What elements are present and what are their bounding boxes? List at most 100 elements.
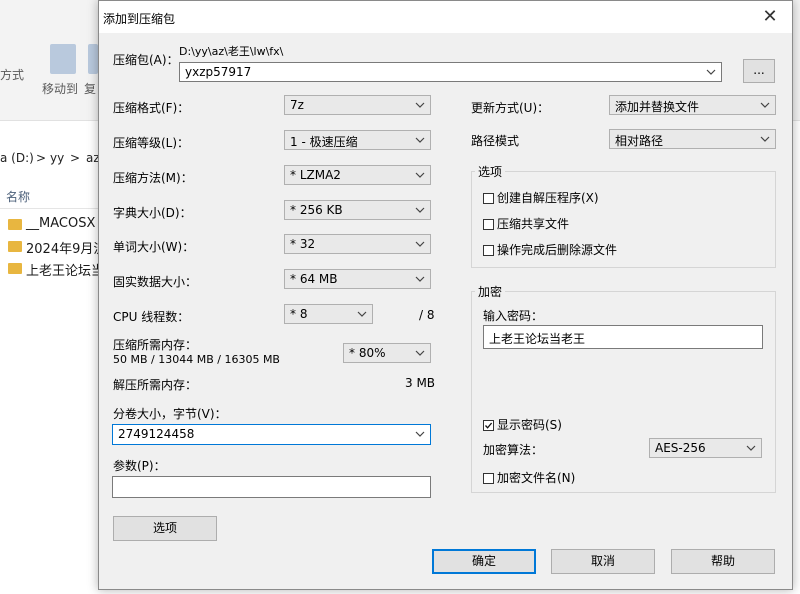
chevron-down-icon xyxy=(415,207,425,213)
decompress-memory-value: 3 MB xyxy=(405,376,436,390)
show-password-checkbox[interactable]: 显示密码(S) xyxy=(483,416,562,433)
ribbon-move-label[interactable]: 移动到 xyxy=(42,80,78,97)
memory-label: 压缩所需内存： xyxy=(113,338,198,352)
help-button[interactable]: 帮助 xyxy=(671,549,775,574)
delete-after-label: 操作完成后删除源文件 xyxy=(497,243,618,257)
chevron-down-icon xyxy=(357,311,367,317)
chevron-down-icon xyxy=(760,136,770,142)
cpu-threads-label: CPU 线程数： xyxy=(113,310,190,324)
parameters-label: 参数(P)： xyxy=(113,459,166,473)
checkbox-checked-icon[interactable] xyxy=(483,420,494,431)
dialog-title: 添加到压缩包 xyxy=(103,12,176,26)
show-password-label: 显示密码(S) xyxy=(497,418,562,432)
dictionary-select[interactable]: * 256 KB xyxy=(284,200,431,220)
method-value: * LZMA2 xyxy=(290,168,341,182)
file-list-item[interactable]: 2024年9月流 xyxy=(26,238,106,257)
solid-size-select[interactable]: * 64 MB xyxy=(284,269,431,289)
browse-button[interactable]: ... xyxy=(743,59,775,83)
cpu-threads-total: / 8 xyxy=(419,308,435,322)
sfx-label: 创建自解压程序(X) xyxy=(497,191,599,205)
archive-name-combo[interactable]: yxzp57917 xyxy=(179,62,722,82)
encryption-method-select[interactable]: AES-256 xyxy=(649,438,762,458)
folder-icon xyxy=(8,263,22,274)
path-mode-select[interactable]: 相对路径 xyxy=(609,129,776,149)
delete-after-checkbox[interactable]: 操作完成后删除源文件 xyxy=(483,241,617,258)
method-label: 压缩方法(M)： xyxy=(113,171,193,185)
word-size-value: * 32 xyxy=(290,237,316,251)
sfx-checkbox[interactable]: 创建自解压程序(X) xyxy=(483,189,599,206)
update-mode-value: 添加并替换文件 xyxy=(615,100,700,114)
path-mode-value: 相对路径 xyxy=(615,134,664,148)
checkbox-unchecked-icon[interactable] xyxy=(483,245,494,256)
format-label: 压缩格式(F)： xyxy=(113,101,190,115)
cpu-threads-value: * 8 xyxy=(290,307,308,321)
ribbon-copy-label[interactable]: 复 xyxy=(84,80,96,97)
address-yy[interactable]: yy xyxy=(50,151,64,165)
chevron-down-icon xyxy=(415,102,425,108)
options-button[interactable]: 选项 xyxy=(113,516,217,541)
chevron-down-icon xyxy=(415,172,425,178)
split-size-value: 2749124458 xyxy=(118,427,195,441)
cancel-button[interactable]: 取消 xyxy=(551,549,655,574)
checkbox-unchecked-icon[interactable] xyxy=(483,219,494,230)
level-value: 1 - 极速压缩 xyxy=(290,135,358,149)
file-list-item[interactable]: __MACOSX xyxy=(26,216,95,231)
checkbox-unchecked-icon[interactable] xyxy=(483,193,494,204)
address-bar[interactable]: a (D:) > yy > az xyxy=(0,146,100,172)
chevron-down-icon xyxy=(760,102,770,108)
password-value: 上老王论坛当老王 xyxy=(489,332,586,346)
column-header-name[interactable]: 名称 xyxy=(6,188,30,205)
dialog-titlebar[interactable]: 添加到压缩包 ✕ xyxy=(99,1,792,33)
close-icon[interactable]: ✕ xyxy=(758,6,782,28)
cpu-threads-select[interactable]: * 8 xyxy=(284,304,373,324)
chevron-down-icon xyxy=(415,241,425,247)
folder-icon xyxy=(8,219,22,230)
chevron-down-icon xyxy=(415,350,425,356)
password-label: 输入密码： xyxy=(483,309,544,323)
format-value: 7z xyxy=(290,98,304,112)
chevron-down-icon xyxy=(415,137,425,143)
split-size-label: 分卷大小，字节(V)： xyxy=(113,407,227,421)
copy-to-icon[interactable] xyxy=(88,44,98,74)
chevron-down-icon[interactable] xyxy=(413,425,427,443)
encrypt-names-checkbox[interactable]: 加密文件名(N) xyxy=(483,469,575,486)
dictionary-label: 字典大小(D)： xyxy=(113,206,192,220)
ok-button[interactable]: 确定 xyxy=(432,549,536,574)
solid-size-value: * 64 MB xyxy=(290,272,338,286)
address-separator: > xyxy=(70,151,81,165)
password-input[interactable]: 上老王论坛当老王 xyxy=(483,325,763,349)
shared-files-checkbox[interactable]: 压缩共享文件 xyxy=(483,215,569,232)
folder-icon xyxy=(8,241,22,252)
memory-detail: 50 MB / 13044 MB / 16305 MB xyxy=(113,353,280,366)
word-size-select[interactable]: * 32 xyxy=(284,234,431,254)
word-size-label: 单词大小(W)： xyxy=(113,240,195,254)
shared-files-label: 压缩共享文件 xyxy=(497,217,570,231)
archive-name-value: yxzp57917 xyxy=(185,65,252,79)
dictionary-value: * 256 KB xyxy=(290,203,343,217)
encryption-group-title: 加密 xyxy=(475,283,506,300)
column-divider xyxy=(0,208,100,209)
split-size-combo[interactable]: 2749124458 xyxy=(112,424,431,445)
method-select[interactable]: * LZMA2 xyxy=(284,165,431,185)
chevron-down-icon xyxy=(746,445,756,451)
encryption-method-label: 加密算法： xyxy=(483,443,544,457)
chevron-down-icon[interactable] xyxy=(704,63,718,81)
encrypt-names-label: 加密文件名(N) xyxy=(497,471,576,485)
archive-path: D:\yy\az\老王\lw\fx\ xyxy=(179,45,284,58)
memory-usage-select[interactable]: * 80% xyxy=(343,343,431,363)
file-list-item[interactable]: 上老王论坛当 xyxy=(26,260,104,279)
memory-usage-value: * 80% xyxy=(349,346,386,360)
options-group-title: 选项 xyxy=(475,163,506,180)
encryption-method-value: AES-256 xyxy=(655,441,706,455)
update-mode-select[interactable]: 添加并替换文件 xyxy=(609,95,776,115)
level-select[interactable]: 1 - 极速压缩 xyxy=(284,130,431,150)
move-to-icon[interactable] xyxy=(50,44,76,74)
parameters-input[interactable] xyxy=(112,476,431,498)
format-select[interactable]: 7z xyxy=(284,95,431,115)
archive-label: 压缩包(A)： xyxy=(113,53,179,67)
ribbon-left-label: 方式 xyxy=(0,68,25,82)
address-separator: > xyxy=(36,151,47,165)
address-drive[interactable]: a (D:) xyxy=(0,151,34,165)
update-mode-label: 更新方式(U)： xyxy=(471,101,550,115)
checkbox-unchecked-icon[interactable] xyxy=(483,473,494,484)
